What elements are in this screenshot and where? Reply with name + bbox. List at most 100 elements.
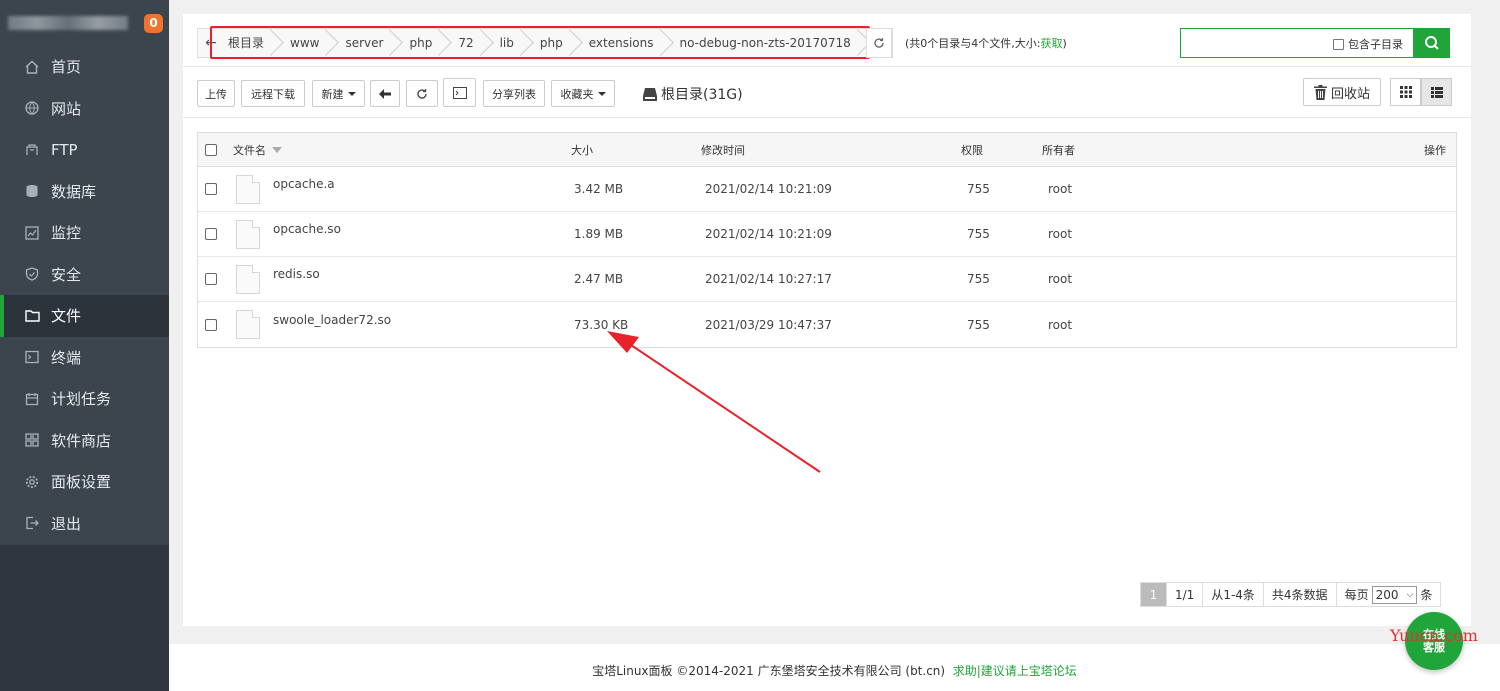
remote-download-button[interactable]: 远程下载 (241, 80, 305, 107)
calendar-icon (24, 391, 40, 407)
sidebar-item-label: 网站 (51, 99, 82, 118)
path-refresh-button[interactable] (866, 28, 892, 58)
home-icon (24, 59, 40, 75)
row-checkbox[interactable] (205, 228, 217, 240)
table-row[interactable]: redis.so 2.47 MB 2021/02/14 10:27:17 755 roo… (198, 257, 1456, 302)
breadcrumb-item[interactable]: lib (486, 29, 526, 57)
grid-view-button[interactable] (1390, 78, 1421, 106)
row-checkbox[interactable] (205, 183, 217, 195)
breadcrumb-item[interactable]: 72 (444, 29, 485, 57)
include-subdir-toggle[interactable]: 包含子目录 (1333, 36, 1403, 52)
include-subdir-label: 包含子目录 (1348, 38, 1403, 51)
select-all-checkbox[interactable] (205, 143, 217, 156)
sidebar-item-6[interactable]: 文件 (0, 295, 169, 337)
refresh-button[interactable] (406, 80, 438, 107)
file-name[interactable]: opcache.so (273, 207, 341, 251)
path-back-icon[interactable]: ← (198, 35, 224, 51)
per-page-label: 每页 (1344, 588, 1369, 602)
recycle-bin-label: 回收站 (1330, 86, 1370, 102)
file-perm: 755 (967, 227, 990, 241)
sidebar-item-11[interactable]: 退出 (0, 503, 169, 545)
per-page-unit: 条 (1420, 588, 1433, 602)
chevron-down-icon (347, 91, 356, 96)
sidebar-item-1[interactable]: 网站 (0, 88, 169, 130)
sidebar-item-4[interactable]: 监控 (0, 212, 169, 254)
sidebar-item-label: 文件 (51, 307, 82, 326)
file-mtime: 2021/02/14 10:21:09 (705, 227, 832, 241)
page-current[interactable]: 1 (1141, 583, 1167, 606)
sidebar-item-label: 软件商店 (51, 431, 112, 450)
search-button[interactable] (1413, 28, 1450, 58)
terminal-button[interactable] (443, 78, 476, 107)
breadcrumb-item[interactable]: server (331, 29, 395, 57)
file-name[interactable]: swoole_loader72.so (273, 297, 391, 342)
table-row[interactable]: opcache.a 3.42 MB 2021/02/14 10:21:09 755 ro… (198, 167, 1456, 212)
favorites-dropdown-button[interactable]: 收藏夹 (551, 80, 615, 107)
sidebar-item-5[interactable]: 安全 (0, 254, 169, 296)
footer-copyright: 宝塔Linux面板 ©2014-2021 广东堡塔安全技术有限公司 (bt.cn… (592, 664, 946, 678)
trash-icon (1313, 84, 1327, 100)
breadcrumb-item[interactable]: no-debug-non-zts-20170718 (666, 29, 863, 57)
share-list-button[interactable]: 分享列表 (483, 80, 545, 107)
sidebar-item-label: 监控 (51, 224, 82, 243)
refresh-icon (874, 38, 884, 48)
forum-link[interactable]: 求助|建议请上宝塔论坛 (953, 664, 1077, 678)
logout-icon (24, 515, 40, 531)
search-icon (1424, 36, 1439, 50)
file-icon (236, 310, 260, 339)
footer-text: 宝塔Linux面板 ©2014-2021 广东堡塔安全技术有限公司 (bt.cn… (169, 662, 1500, 679)
favorites-label: 收藏夹 (560, 87, 594, 101)
sidebar-item-2[interactable]: FTP (0, 129, 169, 171)
list-icon (1430, 86, 1443, 98)
path-info-text: (共0个目录与4个文件,大小: (905, 37, 1041, 50)
recycle-bin-button[interactable]: 回收站 (1303, 78, 1381, 106)
path-breadcrumb: ← 根目录 www server php 72 lib php extensions no-de… (197, 28, 893, 58)
header-name-label: 文件名 (233, 143, 266, 157)
file-icon-cell (236, 167, 260, 211)
file-name[interactable]: redis.so (273, 252, 320, 296)
upload-button[interactable]: 上传 (197, 80, 235, 107)
breadcrumb-item[interactable]: php (395, 29, 444, 57)
shield-icon (24, 266, 40, 282)
back-button[interactable] (370, 80, 400, 107)
file-mtime: 2021/02/14 10:27:17 (705, 272, 832, 286)
row-checkbox[interactable] (205, 273, 217, 285)
breadcrumb-item[interactable]: php (526, 29, 575, 57)
file-icon (236, 219, 260, 249)
search-input[interactable] (1187, 33, 1327, 53)
table-row[interactable]: opcache.so 1.89 MB 2021/02/14 10:21:09 755 r… (198, 212, 1456, 257)
page-count: 1/1 (1167, 583, 1204, 606)
file-icon-cell (236, 212, 260, 256)
sidebar-item-0[interactable]: 首页 (0, 46, 169, 88)
file-owner: root (1048, 227, 1073, 241)
header-size[interactable]: 大小 (571, 133, 593, 166)
folder-icon (24, 308, 40, 324)
sidebar-item-3[interactable]: 数据库 (0, 171, 169, 213)
sidebar-item-7[interactable]: 终端 (0, 337, 169, 379)
sidebar-item-10[interactable]: 面板设置 (0, 461, 169, 503)
hdd-icon (643, 87, 657, 101)
sort-desc-icon (272, 146, 282, 153)
disk-label: 根目录(31G) (661, 87, 743, 103)
row-checkbox[interactable] (205, 318, 217, 331)
breadcrumb-item[interactable]: 根目录 (224, 29, 276, 57)
path-size-link[interactable]: 获取 (1041, 37, 1063, 50)
file-manager-panel: ← 根目录 www server php 72 lib php extensions no-de… (183, 14, 1471, 626)
notification-badge[interactable]: 0 (144, 14, 163, 33)
list-view-button[interactable] (1421, 78, 1452, 106)
sidebar-item-8[interactable]: 计划任务 (0, 378, 169, 420)
sidebar-item-9[interactable]: 软件商店 (0, 420, 169, 462)
footer: 宝塔Linux面板 ©2014-2021 广东堡塔安全技术有限公司 (bt.cn… (169, 644, 1500, 691)
file-name[interactable]: opcache.a (273, 162, 335, 206)
new-dropdown-button[interactable]: 新建 (312, 80, 365, 107)
include-subdir-checkbox[interactable] (1333, 38, 1344, 50)
disk-indicator[interactable]: 根目录(31G) (643, 84, 743, 104)
breadcrumb-item[interactable]: www (276, 29, 331, 57)
file-icon-cell (236, 257, 260, 301)
row-select-cell (205, 212, 217, 256)
file-perm: 755 (967, 272, 990, 286)
per-page-select[interactable]: 200 ⌵ (1371, 585, 1418, 604)
breadcrumb-item[interactable]: extensions (575, 29, 666, 57)
header-mtime[interactable]: 修改时间 (701, 133, 745, 166)
pagination: 1 1/1 从1-4条 共4条数据 每页 200 ⌵ 条 (1140, 582, 1442, 607)
